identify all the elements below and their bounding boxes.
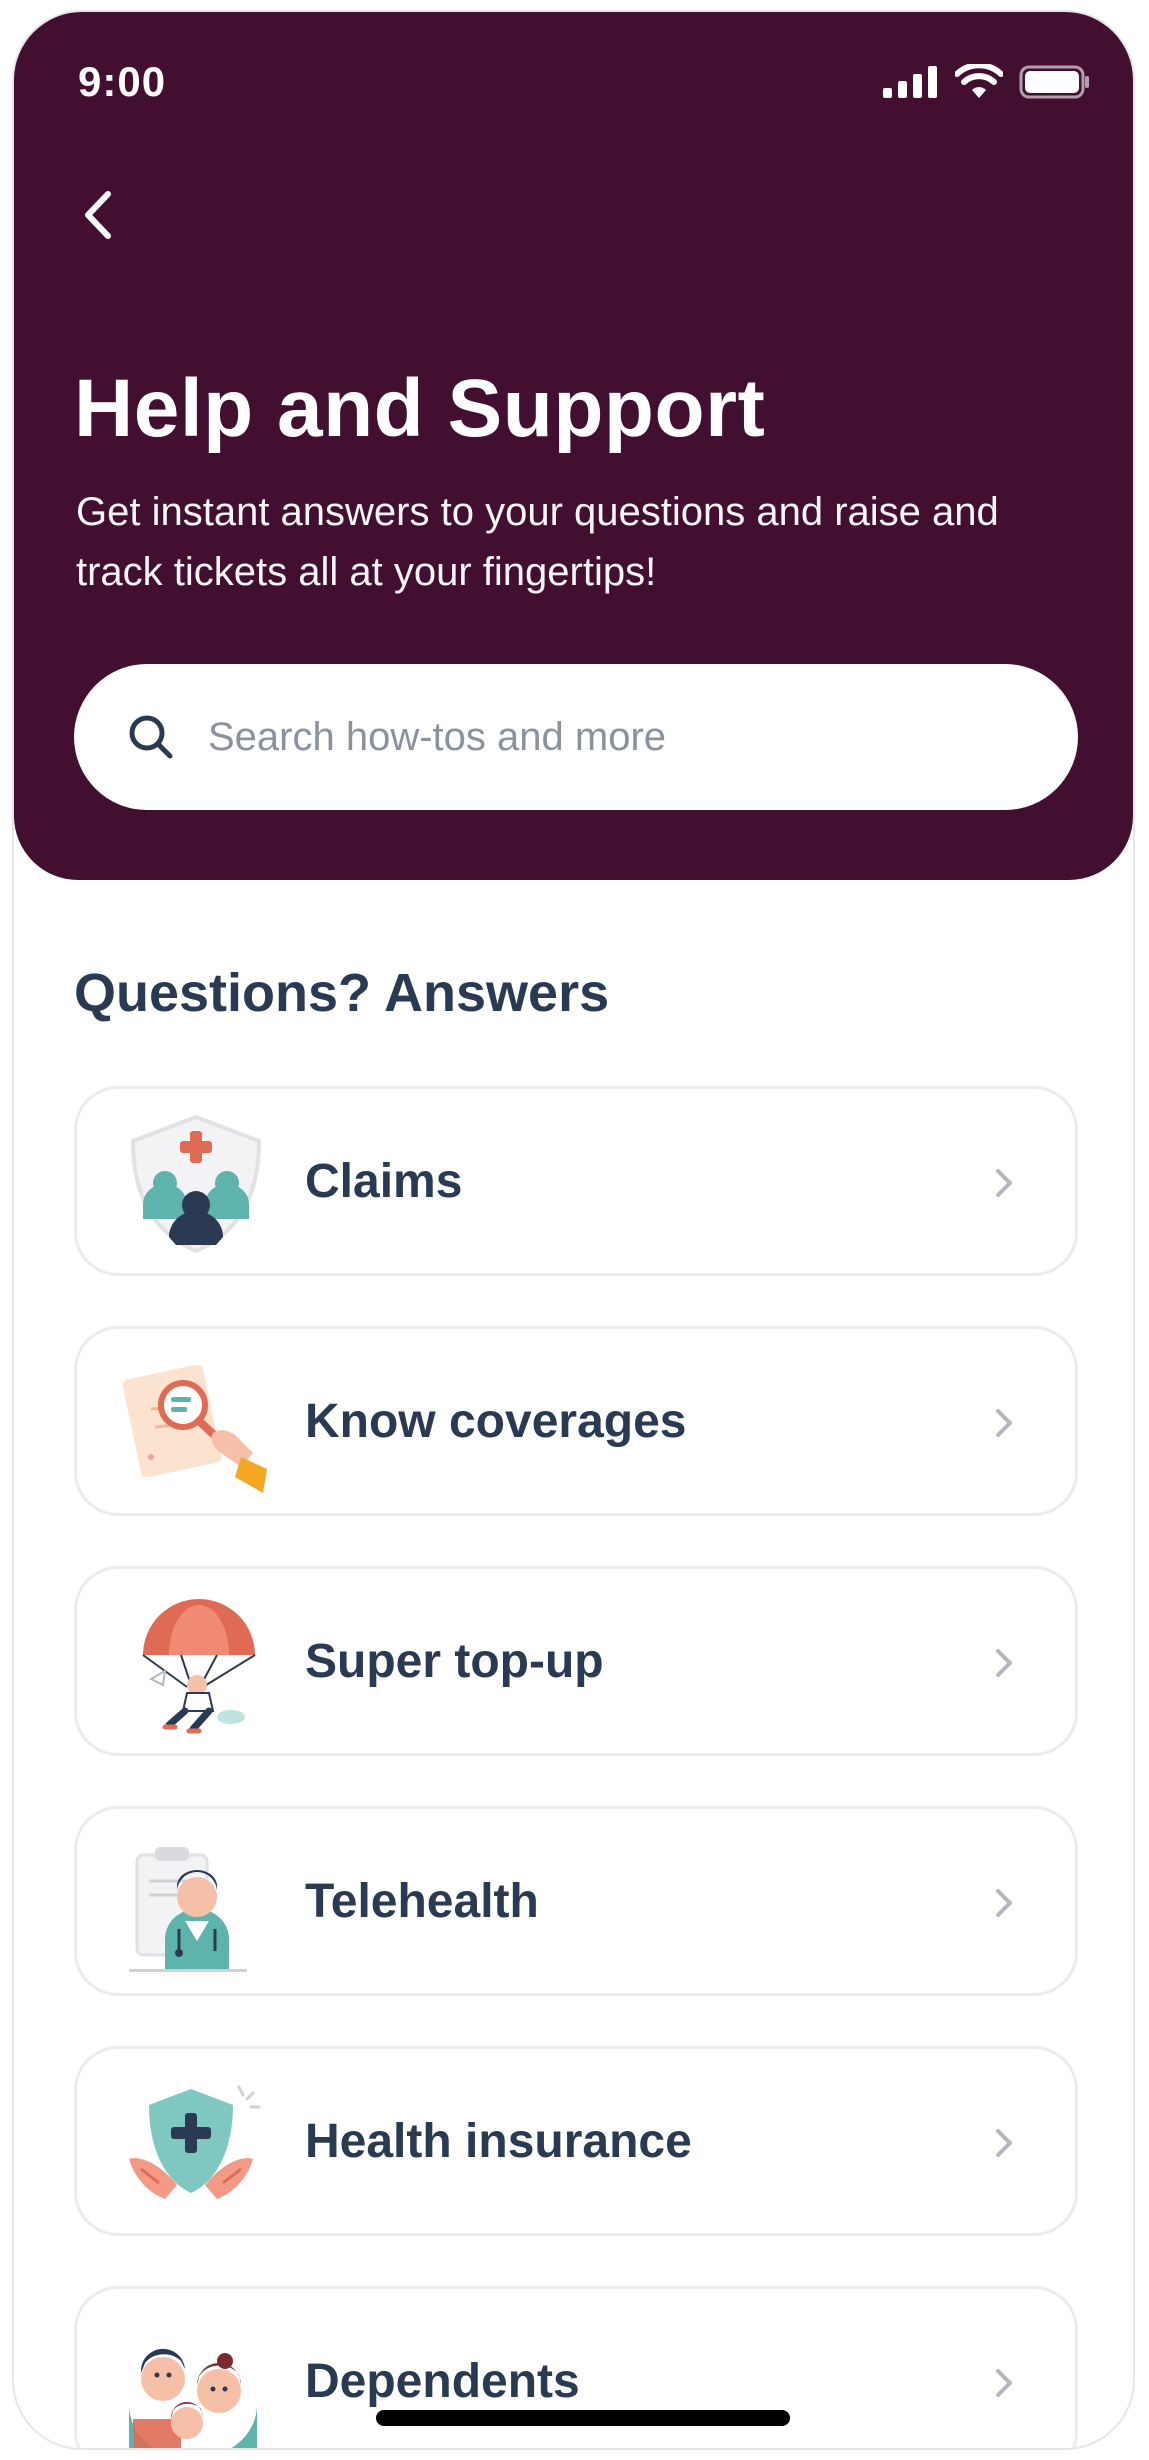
topic-card-super-top-up[interactable]: Super top-up xyxy=(74,1566,1078,1756)
topic-label-claims: Claims xyxy=(305,1154,463,1208)
header-panel: 9:00 Help and Support Get instant answer… xyxy=(14,12,1133,880)
wifi-icon xyxy=(955,64,1003,98)
chevron-left-icon xyxy=(85,191,111,239)
topic-label-super-top-up: Super top-up xyxy=(305,1634,604,1688)
chevron-right-icon xyxy=(996,2369,1012,2397)
topic-card-health-insurance[interactable]: Health insurance xyxy=(74,2046,1078,2236)
home-indicator[interactable] xyxy=(376,2410,790,2426)
chevron-right-icon xyxy=(996,2129,1012,2157)
topic-card-claims[interactable]: Claims xyxy=(74,1086,1078,1276)
search-input[interactable] xyxy=(206,713,1030,761)
search-bar[interactable] xyxy=(74,664,1078,810)
chevron-right-icon xyxy=(996,1409,1012,1437)
topic-label-telehealth: Telehealth xyxy=(305,1874,539,1928)
topic-label-know-coverages: Know coverages xyxy=(305,1394,687,1448)
shield-hands-icon xyxy=(129,2085,261,2199)
chevron-right-icon xyxy=(996,1649,1012,1677)
status-icons xyxy=(883,64,1091,100)
phone-screen: 9:00 Help and Support Get instant answer… xyxy=(12,10,1135,2450)
claims-shield-icon xyxy=(130,1114,262,1254)
signal-icon xyxy=(883,66,937,98)
status-time: 9:00 xyxy=(78,58,167,105)
back-button[interactable] xyxy=(70,180,130,250)
doctor-icon xyxy=(129,1847,247,1972)
family-icon xyxy=(129,2348,257,2448)
parachute-icon xyxy=(142,1599,256,1734)
section-title: Questions? Answers xyxy=(74,963,610,1023)
topic-card-telehealth[interactable]: Telehealth xyxy=(74,1806,1078,1996)
page-title: Help and Support xyxy=(74,363,766,454)
chevron-right-icon xyxy=(996,1889,1012,1917)
topic-label-health-insurance: Health insurance xyxy=(305,2114,692,2168)
magnifier-document-icon xyxy=(122,1364,267,1493)
topic-card-know-coverages[interactable]: Know coverages xyxy=(74,1326,1078,1516)
battery-icon xyxy=(1019,65,1089,99)
page-subtitle: Get instant answers to your questions an… xyxy=(76,490,999,594)
search-icon xyxy=(129,715,173,759)
chevron-right-icon xyxy=(996,1169,1012,1197)
